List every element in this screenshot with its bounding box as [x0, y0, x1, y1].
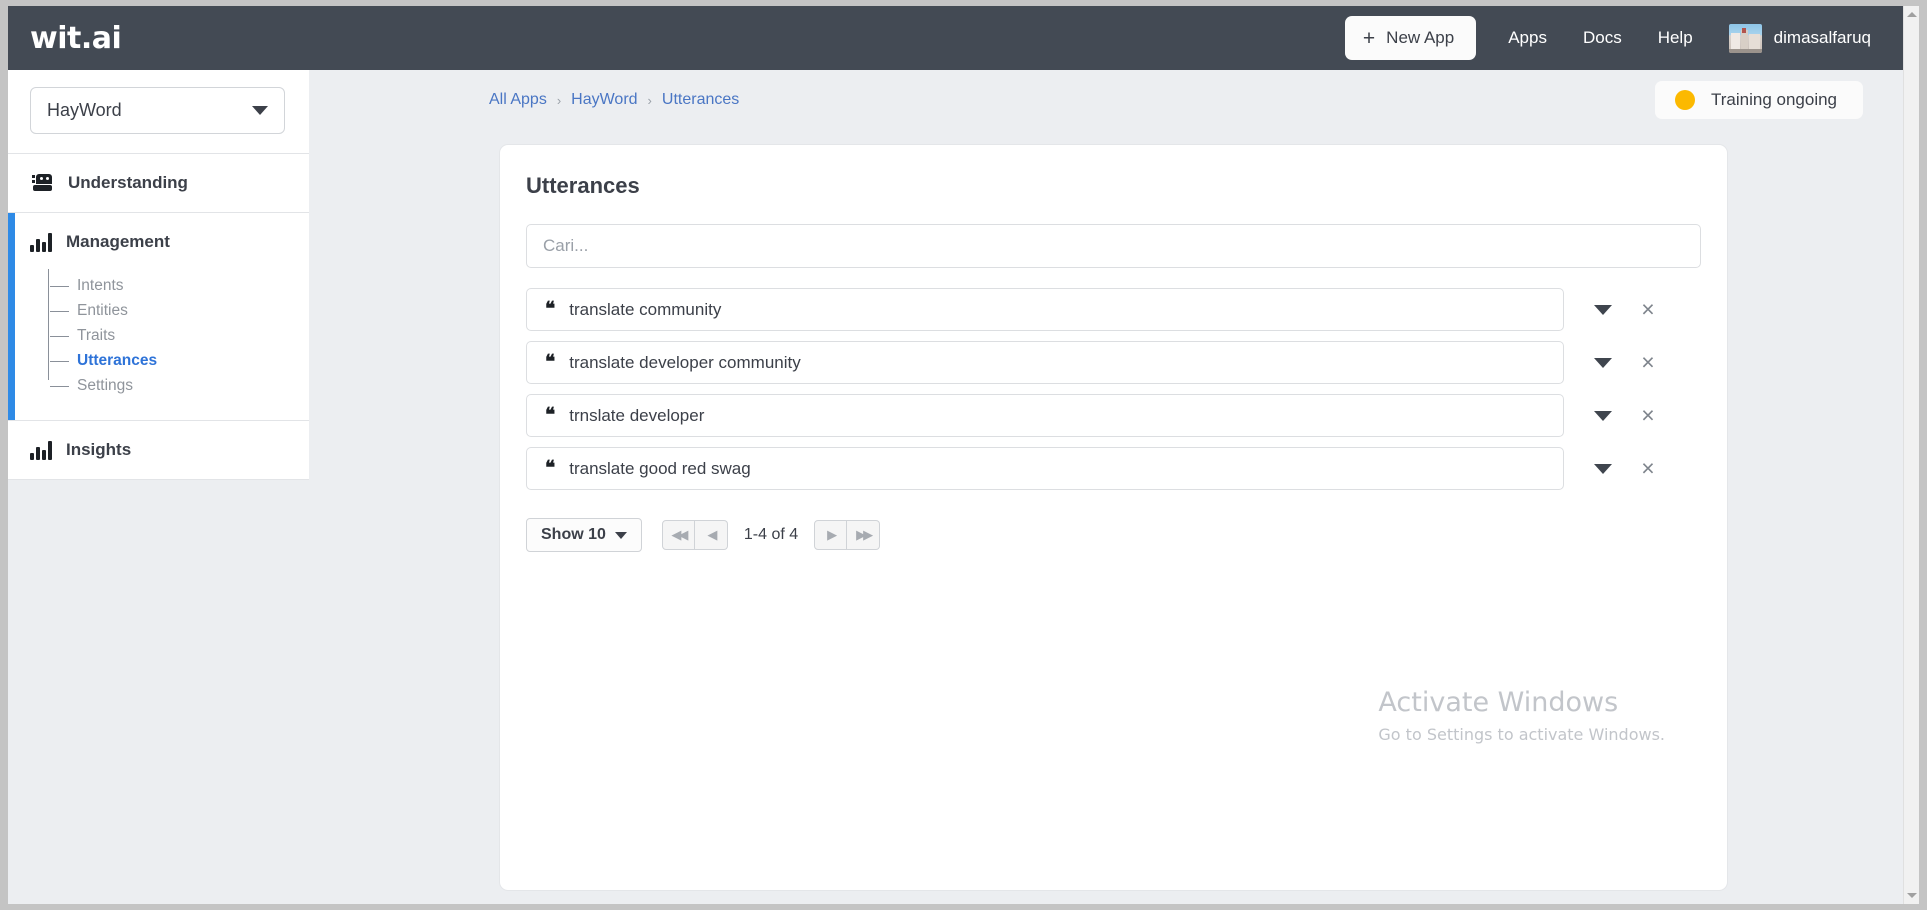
- pagination-nav: ◀◀ ◀ 1-4 of 4 ▶ ▶▶: [661, 520, 881, 550]
- sidebar-section-insights[interactable]: Insights: [8, 421, 309, 480]
- breadcrumb-separator-icon: ›: [556, 92, 562, 108]
- page-size-label: Show 10: [541, 526, 606, 543]
- pagination-next-group: ▶ ▶▶: [814, 520, 881, 550]
- close-icon[interactable]: ×: [1626, 404, 1670, 427]
- pagination-range-label: 1-4 of 4: [743, 526, 799, 543]
- sidebar-item-entities[interactable]: Entities: [50, 298, 309, 323]
- status-dot-icon: [1674, 90, 1695, 110]
- nav-link-help[interactable]: Help: [1640, 28, 1711, 48]
- utterances-card: Utterances ❝ translate community × ❝: [499, 144, 1728, 891]
- first-page-button[interactable]: ◀◀: [661, 520, 695, 550]
- sidebar-section-management-row[interactable]: Management: [8, 213, 309, 271]
- app-selector-dropdown[interactable]: HayWord: [30, 87, 285, 134]
- last-page-button[interactable]: ▶▶: [847, 520, 881, 550]
- watermark-title: Activate Windows: [1378, 687, 1619, 718]
- plus-icon: +: [1362, 26, 1376, 50]
- pagination-prev-group: ◀◀ ◀: [661, 520, 728, 550]
- browser-window: wit.ai + New App Apps Docs Help dimasalf…: [8, 6, 1919, 904]
- bar-chart-icon: [30, 440, 52, 460]
- top-navigation-bar: wit.ai + New App Apps Docs Help dimasalf…: [8, 6, 1903, 70]
- watermark-subtitle: Go to Settings to activate Windows.: [1378, 725, 1665, 744]
- close-icon[interactable]: ×: [1626, 457, 1670, 480]
- sidebar: HayWord Understanding Management Intents…: [8, 70, 309, 480]
- content-topbar: All Apps › HayWord › Utterances Training…: [309, 70, 1903, 130]
- chevron-down-icon: [614, 531, 627, 539]
- quote-icon: ❝: [545, 457, 556, 479]
- breadcrumb-item-all-apps[interactable]: All Apps: [489, 91, 547, 109]
- table-row: ❝ translate community ×: [526, 288, 1701, 331]
- breadcrumb: All Apps › HayWord › Utterances: [489, 91, 739, 109]
- management-submenu: Intents Entities Traits Utterances Setti…: [8, 269, 309, 398]
- chevron-down-icon: [252, 106, 268, 115]
- sidebar-item-intents[interactable]: Intents: [50, 273, 309, 298]
- chevron-down-icon[interactable]: [1580, 304, 1626, 315]
- scroll-down-arrow-icon[interactable]: [1904, 887, 1919, 904]
- chevron-down-icon[interactable]: [1580, 410, 1626, 421]
- close-icon[interactable]: ×: [1626, 351, 1670, 374]
- vertical-scrollbar[interactable]: [1903, 6, 1919, 904]
- avatar-detail: [1748, 33, 1760, 49]
- quote-icon: ❝: [545, 298, 556, 320]
- sidebar-section-insights-row[interactable]: Insights: [8, 421, 309, 479]
- table-row: ❝ trnslate developer ×: [526, 394, 1701, 437]
- nav-link-apps[interactable]: Apps: [1490, 28, 1565, 48]
- sidebar-section-understanding-row[interactable]: Understanding: [8, 154, 309, 212]
- utterance-list: ❝ translate community × ❝ translate deve…: [526, 288, 1701, 490]
- sidebar-item-utterances[interactable]: Utterances: [50, 348, 309, 373]
- utterance-item[interactable]: ❝ translate community: [526, 288, 1564, 331]
- wit-ai-logo[interactable]: wit.ai: [30, 21, 122, 56]
- main-content: All Apps › HayWord › Utterances Training…: [309, 70, 1903, 904]
- training-status-badge[interactable]: Training ongoing: [1654, 81, 1863, 119]
- nav-link-docs[interactable]: Docs: [1565, 28, 1640, 48]
- sidebar-item-settings[interactable]: Settings: [50, 373, 309, 398]
- robot-icon: [30, 173, 54, 193]
- new-app-button[interactable]: + New App: [1344, 16, 1477, 60]
- close-icon[interactable]: ×: [1626, 298, 1670, 321]
- search-input[interactable]: [526, 224, 1701, 268]
- table-row: ❝ translate good red swag ×: [526, 447, 1701, 490]
- sidebar-section-label: Management: [66, 232, 170, 251]
- utterance-item[interactable]: ❝ translate good red swag: [526, 447, 1564, 490]
- prev-page-button[interactable]: ◀: [694, 520, 728, 550]
- utterance-text: trnslate developer: [569, 405, 705, 425]
- breadcrumb-separator-icon: ›: [647, 92, 652, 108]
- quote-icon: ❝: [545, 404, 556, 426]
- sidebar-section-understanding[interactable]: Understanding: [8, 154, 309, 213]
- avatar-detail: [1730, 32, 1740, 49]
- next-page-button[interactable]: ▶: [814, 520, 848, 550]
- bar-chart-icon: [30, 232, 52, 252]
- breadcrumb-item-hayword[interactable]: HayWord: [571, 91, 637, 109]
- utterance-text: translate developer community: [569, 352, 801, 372]
- new-app-button-label: New App: [1386, 28, 1455, 47]
- utterance-item[interactable]: ❝ trnslate developer: [526, 394, 1564, 437]
- pagination-controls: Show 10 ◀◀ ◀ 1-4 of 4 ▶ ▶▶: [526, 518, 1727, 552]
- table-row: ❝ translate developer community ×: [526, 341, 1701, 384]
- utterance-item[interactable]: ❝ translate developer community: [526, 341, 1564, 384]
- app-selector-block: HayWord: [8, 70, 309, 154]
- chevron-down-icon[interactable]: [1580, 357, 1626, 368]
- avatar-detail: [1728, 48, 1762, 53]
- avatar-detail: [1741, 27, 1746, 33]
- chevron-down-icon[interactable]: [1580, 463, 1626, 474]
- app-selector-value: HayWord: [47, 100, 122, 120]
- page-title: Utterances: [526, 173, 640, 198]
- sidebar-section-label: Insights: [66, 440, 132, 459]
- sidebar-item-traits[interactable]: Traits: [50, 323, 309, 348]
- page-size-dropdown[interactable]: Show 10: [526, 518, 642, 552]
- screen: wit.ai + New App Apps Docs Help dimasalf…: [0, 0, 1927, 910]
- breadcrumb-item-utterances[interactable]: Utterances: [662, 91, 739, 109]
- top-nav-right-group: + New App Apps Docs Help dimasalfaruq: [1344, 6, 1903, 70]
- avatar[interactable]: [1728, 23, 1762, 53]
- sidebar-section-label: Understanding: [68, 173, 188, 192]
- windows-activation-watermark: Activate Windows Go to Settings to activ…: [1378, 687, 1665, 744]
- username-label[interactable]: dimasalfaruq: [1774, 28, 1871, 48]
- scroll-up-arrow-icon[interactable]: [1904, 6, 1919, 23]
- utterance-text: translate good red swag: [569, 458, 751, 478]
- training-status-label: Training ongoing: [1710, 90, 1837, 109]
- sidebar-section-management: Management Intents Entities Traits Utter…: [8, 213, 309, 421]
- utterance-text: translate community: [569, 299, 722, 319]
- quote-icon: ❝: [545, 351, 556, 373]
